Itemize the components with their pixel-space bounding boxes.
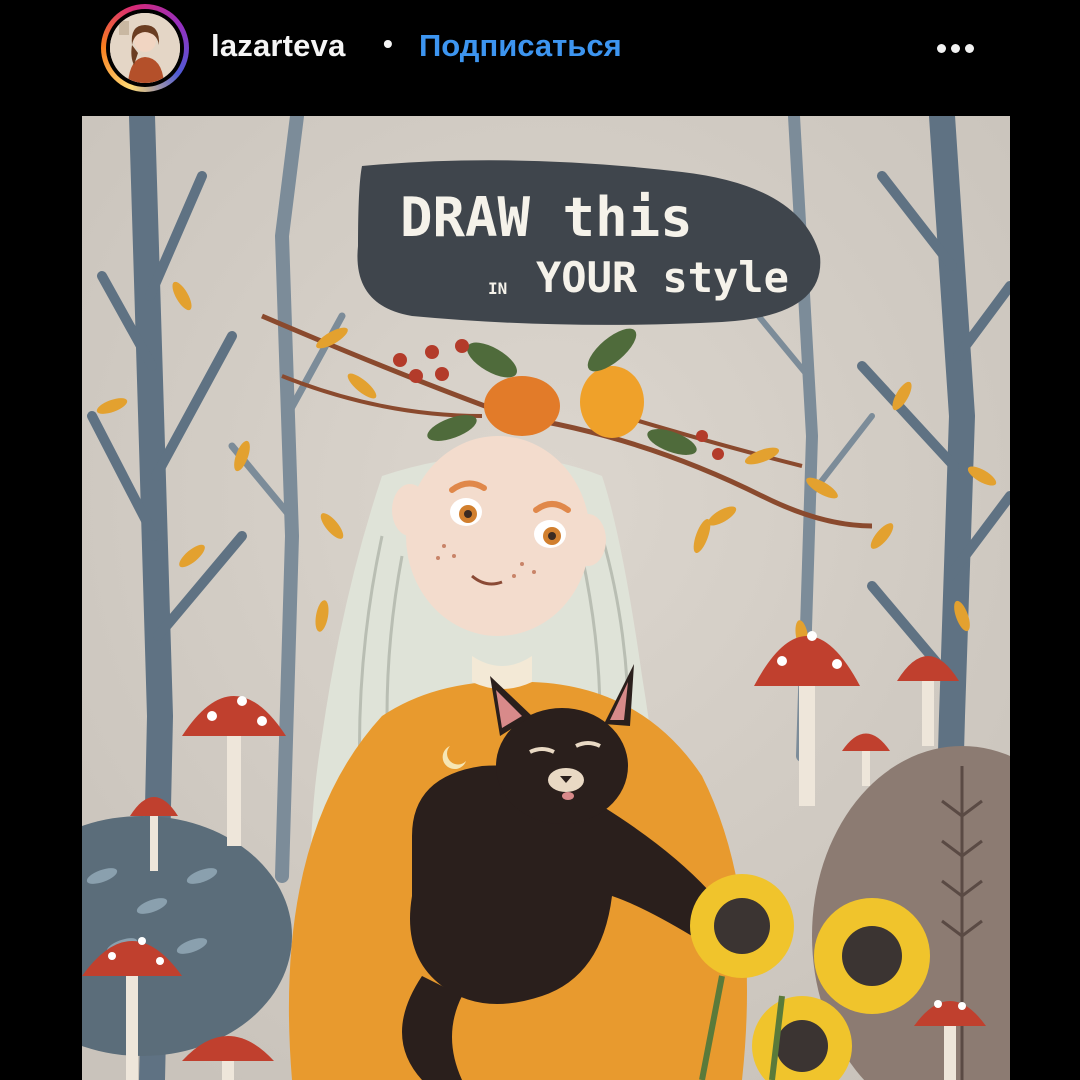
artwork-title-in: IN bbox=[488, 279, 507, 298]
post-header: lazarteva • Подписаться bbox=[0, 0, 1080, 100]
follow-button[interactable]: Подписаться bbox=[419, 28, 622, 64]
artwork-title-line2: YOUR style bbox=[536, 253, 789, 302]
artwork-illustration: DRAW this IN YOUR style bbox=[82, 116, 1010, 1080]
story-ring[interactable] bbox=[101, 4, 189, 92]
more-horizontal-icon bbox=[950, 43, 960, 53]
more-options-button[interactable] bbox=[930, 24, 980, 72]
avatar[interactable] bbox=[106, 9, 184, 87]
artwork-title-line1: DRAW this bbox=[400, 186, 693, 249]
username-link[interactable]: lazarteva bbox=[211, 28, 346, 64]
profile-avatar-icon bbox=[110, 13, 180, 83]
separator-dot: • bbox=[383, 28, 393, 59]
more-horizontal-icon bbox=[964, 43, 974, 53]
post-image[interactable]: DRAW this IN YOUR style bbox=[82, 116, 1010, 1080]
more-horizontal-icon bbox=[936, 43, 946, 53]
